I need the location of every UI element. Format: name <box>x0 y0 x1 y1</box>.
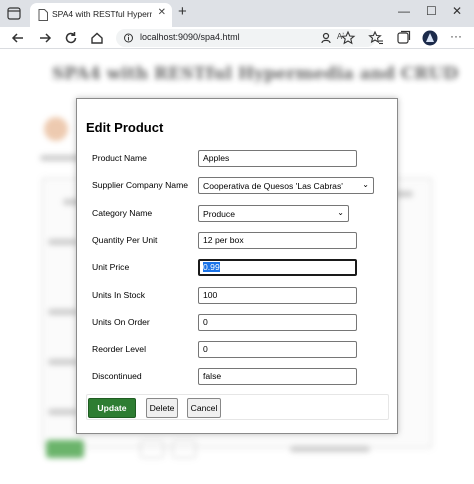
edit-product-dialog: Edit Product Product Name Apples Supplie… <box>76 98 398 434</box>
page-title: SPA4 with RESTful Hypermedia and CRUD <box>52 64 459 84</box>
category-row: Category Name Produce ⌄ <box>77 205 399 223</box>
background-button <box>172 440 196 458</box>
discontinued-input[interactable]: false <box>198 368 357 385</box>
background-button <box>140 440 164 458</box>
browser-tab-bar: SPA4 with RESTful Hypermedia a ✕ + — ☐ ✕ <box>0 0 474 27</box>
background-text-line <box>48 309 78 315</box>
address-url[interactable]: localhost:9090/spa4.html <box>140 32 240 42</box>
forward-icon[interactable] <box>37 30 53 46</box>
reorder-level-input[interactable]: 0 <box>198 341 357 358</box>
browser-toolbar: localhost:9090/spa4.html Aʼ ··· <box>0 27 474 49</box>
profile-avatar-icon[interactable] <box>422 30 438 46</box>
background-button <box>46 440 84 458</box>
discontinued-row: Discontinued false <box>77 368 399 386</box>
tab-actions-icon[interactable] <box>7 7 21 20</box>
dialog-footer: Update Delete Cancel <box>86 394 389 420</box>
background-text-line <box>48 359 78 365</box>
dialog-title: Edit Product <box>86 120 164 135</box>
supplier-row: Supplier Company Name Cooperativa de Que… <box>77 177 399 195</box>
product-name-row: Product Name Apples <box>77 150 399 168</box>
page-favicon-icon <box>38 9 48 21</box>
chevron-down-icon: ⌄ <box>337 208 344 217</box>
unit-price-row: Unit Price 0.99 <box>77 259 399 277</box>
chevron-down-icon: ⌄ <box>362 180 369 189</box>
tab-close-icon[interactable]: ✕ <box>158 7 166 18</box>
maximize-icon[interactable]: ☐ <box>426 4 437 18</box>
category-select[interactable]: Produce ⌄ <box>198 205 349 222</box>
units-on-order-label: Units On Order <box>92 317 150 327</box>
browser-tab[interactable]: SPA4 with RESTful Hypermedia a ✕ <box>30 3 172 27</box>
units-in-stock-label: Units In Stock <box>92 290 146 300</box>
minimize-icon[interactable]: — <box>398 4 410 18</box>
discontinued-label: Discontinued <box>92 371 142 381</box>
units-on-order-input[interactable]: 0 <box>198 314 357 331</box>
unit-price-label: Unit Price <box>92 262 130 272</box>
units-in-stock-input[interactable]: 100 <box>198 287 357 304</box>
reorder-level-label: Reorder Level <box>92 344 146 354</box>
avatar <box>44 117 68 141</box>
quantity-per-unit-input[interactable]: 12 per box <box>198 232 357 249</box>
cancel-button[interactable]: Cancel <box>187 398 221 418</box>
more-menu-icon[interactable]: ··· <box>450 29 466 45</box>
tracking-prevention-icon[interactable] <box>320 30 336 46</box>
add-favorite-icon[interactable] <box>340 30 356 46</box>
unit-price-input[interactable]: 0.99 <box>198 259 357 276</box>
quantity-row: Quantity Per Unit 12 per box <box>77 232 399 250</box>
category-select-value: Produce <box>203 209 236 219</box>
site-info-icon[interactable] <box>124 33 133 43</box>
delete-button[interactable]: Delete <box>146 398 178 418</box>
update-button[interactable]: Update <box>88 398 136 418</box>
back-icon[interactable] <box>10 30 26 46</box>
reorder-level-row: Reorder Level 0 <box>77 341 399 359</box>
product-name-label: Product Name <box>92 153 147 163</box>
tab-title: SPA4 with RESTful Hypermedia a <box>52 9 152 19</box>
home-icon[interactable] <box>89 30 105 46</box>
units-on-order-row: Units On Order 0 <box>77 314 399 332</box>
new-tab-icon[interactable]: + <box>178 4 187 20</box>
units-in-stock-row: Units In Stock 100 <box>77 287 399 305</box>
category-label: Category Name <box>92 208 153 218</box>
quantity-label: Quantity Per Unit <box>92 235 158 245</box>
address-bar[interactable]: localhost:9090/spa4.html Aʼ <box>116 29 376 47</box>
supplier-label: Supplier Company Name <box>92 180 189 190</box>
product-name-input[interactable]: Apples <box>198 150 357 167</box>
background-text-line <box>290 446 370 452</box>
collections-icon[interactable] <box>396 30 412 46</box>
favorites-icon[interactable] <box>368 30 384 46</box>
unit-price-selected-text: 0.99 <box>203 262 220 272</box>
background-text-line <box>48 239 78 245</box>
supplier-select[interactable]: Cooperativa de Quesos 'Las Cabras' ⌄ <box>198 177 374 194</box>
supplier-select-value: Cooperativa de Quesos 'Las Cabras' <box>203 181 343 191</box>
background-text-line <box>48 409 78 415</box>
refresh-icon[interactable] <box>63 30 79 46</box>
close-window-icon[interactable]: ✕ <box>452 4 462 18</box>
